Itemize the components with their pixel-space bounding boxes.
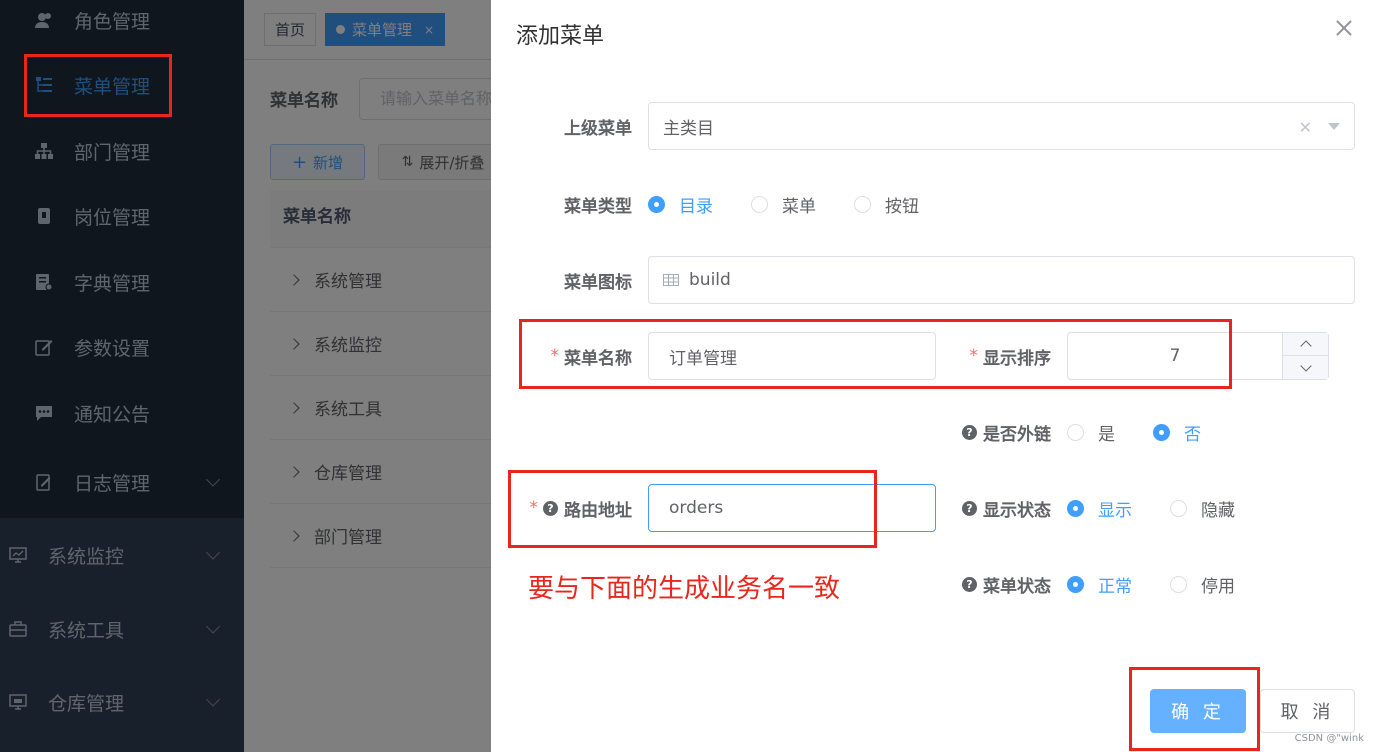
visible-radio-group: 显示 隐藏 [1067,496,1273,521]
radio-disabled[interactable]: 停用 [1170,572,1235,597]
radio-menu[interactable]: 菜单 [751,192,816,217]
radio-label: 目录 [679,196,713,217]
label-text: 是否外链 [983,424,1051,445]
radio-normal[interactable]: 正常 [1067,572,1132,597]
label-text: 菜单图标 [564,272,632,293]
menu-icon-value: build [689,270,731,290]
radio-label: 按钮 [885,196,919,217]
parent-menu-select[interactable]: 主类目 ✕ [648,102,1355,150]
increase-button[interactable] [1283,333,1329,356]
radio-label: 菜单 [782,196,816,217]
radio-circle[interactable] [751,195,768,213]
radio-circle[interactable] [1170,499,1187,517]
question-icon[interactable]: ? [962,500,977,516]
radio-button[interactable]: 按钮 [854,192,919,217]
radio-directory[interactable]: 目录 [648,192,713,217]
status-radio-group: 正常 停用 [1067,572,1273,597]
menu-icon-input[interactable]: build [648,256,1355,304]
radio-label: 停用 [1201,576,1235,597]
label-text: 上级菜单 [564,118,632,139]
radio-label: 隐藏 [1201,500,1235,521]
chevron-up-icon [1300,340,1312,352]
label-text: 菜单类型 [564,196,632,217]
annotation-box-sidebar [24,54,172,117]
parent-menu-label: 上级菜单 [511,114,632,139]
menu-type-radio-group: 目录 菜单 按钮 [648,192,957,217]
question-icon[interactable]: ? [962,424,977,440]
radio-no[interactable]: 否 [1153,420,1201,445]
annotation-box-confirm [1129,667,1260,751]
clear-icon[interactable]: ✕ [1299,118,1312,137]
annotation-box-route [508,470,877,548]
radio-circle[interactable] [648,195,665,213]
external-link-radio-group: 是 否 [1067,420,1239,445]
status-label: ? 菜单状态 [931,572,1051,597]
radio-circle[interactable] [1067,423,1084,441]
close-icon[interactable] [1334,18,1354,38]
question-icon[interactable]: ? [962,576,977,592]
cancel-button[interactable]: 取 消 [1260,689,1355,733]
parent-menu-value: 主类目 [663,118,714,139]
annotation-text: 要与下面的生成业务名一致 [528,574,841,604]
menu-icon-label: 菜单图标 [511,268,632,293]
radio-label: 显示 [1098,500,1132,521]
radio-circle[interactable] [1153,423,1170,441]
radio-circle[interactable] [854,195,871,213]
radio-label: 否 [1184,424,1201,445]
radio-show[interactable]: 显示 [1067,496,1132,521]
annotation-box-name-order [519,319,1232,389]
radio-label: 是 [1098,424,1115,445]
menu-type-label: 菜单类型 [511,192,632,217]
radio-hide[interactable]: 隐藏 [1170,496,1235,521]
radio-label: 正常 [1098,576,1132,597]
radio-circle[interactable] [1067,499,1084,517]
radio-circle[interactable] [1170,575,1187,593]
radio-circle[interactable] [1067,575,1084,593]
decrease-button[interactable] [1283,356,1329,379]
dialog-title: 添加菜单 [516,24,605,49]
external-link-label: ? 是否外链 [931,420,1051,445]
build-icon [663,274,679,286]
label-text: 菜单状态 [983,576,1051,597]
label-text: 显示状态 [983,500,1051,521]
radio-yes[interactable]: 是 [1067,420,1115,445]
number-controls [1282,333,1329,379]
watermark: CSDN @"wink [1294,733,1364,744]
visible-label: ? 显示状态 [931,496,1051,521]
chevron-down-icon [1300,359,1312,372]
caret-down-icon[interactable] [1328,123,1340,130]
